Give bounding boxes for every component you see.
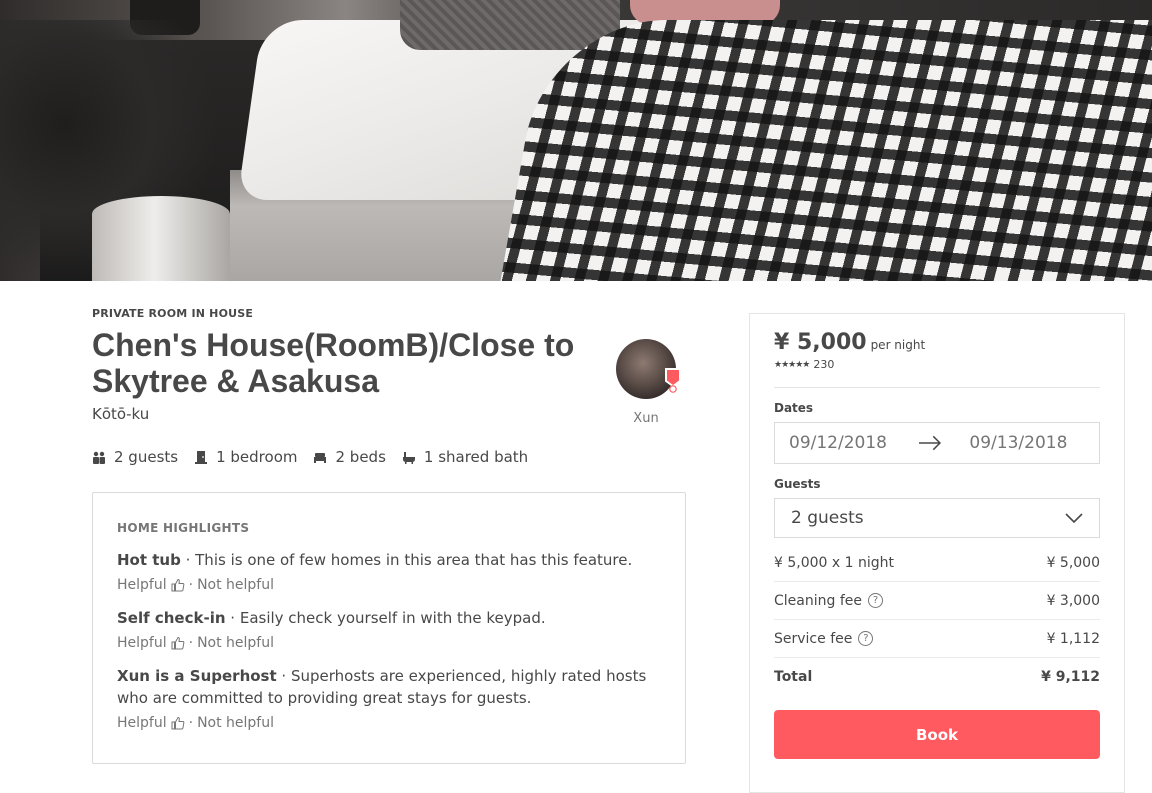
- check-in-input[interactable]: 09/12/2018: [775, 433, 919, 453]
- fee-value: ¥ 3,000: [1046, 592, 1100, 609]
- total-value: ¥ 9,112: [1041, 668, 1100, 685]
- amenity-bedrooms: 1 bedroom: [194, 448, 297, 466]
- highlight-description: · Easily check yourself in with the keyp…: [225, 609, 546, 627]
- thumbs-up-icon[interactable]: [171, 716, 185, 730]
- highlight-title: Hot tub: [117, 551, 181, 569]
- fee-value: ¥ 5,000: [1046, 554, 1100, 571]
- helpful-link[interactable]: Helpful: [117, 635, 167, 651]
- fee-row-nightly: ¥ 5,000 x 1 night ¥ 5,000: [774, 544, 1100, 582]
- guests-label: Guests: [774, 477, 821, 491]
- feedback-separator: ·: [188, 635, 194, 651]
- amenity-guests: 2 guests: [92, 448, 178, 466]
- helpful-link[interactable]: Helpful: [117, 715, 167, 731]
- question-mark-icon[interactable]: ?: [858, 631, 874, 646]
- per-night-label: per night: [870, 338, 926, 352]
- amenity-beds: 2 beds: [313, 448, 386, 466]
- total-label: Total: [774, 668, 813, 685]
- review-count: 230: [813, 358, 835, 371]
- highlight-description: · This is one of few homes in this area …: [180, 551, 633, 569]
- photo-pillow: [400, 0, 620, 50]
- guests-icon: [93, 451, 105, 464]
- listing-summary: PRIVATE ROOM IN HOUSE Chen's House(RoomB…: [92, 306, 692, 764]
- room-type: PRIVATE ROOM IN HOUSE: [92, 307, 254, 320]
- amenity-bath: 1 shared bath: [402, 448, 528, 466]
- thumbs-up-icon[interactable]: [171, 636, 185, 650]
- fee-row-cleaning: Cleaning fee ? ¥ 3,000: [774, 582, 1100, 620]
- dates-label: Dates: [774, 401, 814, 415]
- helpful-link[interactable]: Helpful: [117, 577, 167, 593]
- host-name[interactable]: Xun: [614, 411, 678, 426]
- highlight-title: Xun is a Superhost: [117, 667, 277, 685]
- feedback-separator: ·: [188, 715, 194, 731]
- amenity-bedrooms-label: 1 bedroom: [216, 448, 298, 466]
- fee-row-service: Service fee ? ¥ 1,112: [774, 620, 1100, 658]
- door-icon: [195, 451, 208, 464]
- photo-plaid-blanket: [493, 20, 1152, 281]
- bath-icon: [402, 452, 415, 464]
- not-helpful-link[interactable]: Not helpful: [197, 715, 274, 731]
- feedback-separator: ·: [188, 577, 194, 593]
- photo-trash-bin: [92, 196, 230, 281]
- amenity-beds-label: 2 beds: [335, 448, 386, 466]
- question-mark-icon[interactable]: ?: [868, 593, 883, 608]
- bed-icon: [314, 453, 327, 463]
- thumbs-up-icon[interactable]: [171, 578, 185, 592]
- chevron-down-icon: [1065, 513, 1083, 524]
- arrow-right-icon: [918, 435, 941, 451]
- listing-hero-photo[interactable]: [0, 0, 1152, 281]
- listing-location[interactable]: Kōtō-ku: [92, 405, 692, 423]
- fee-label-wrap: Service fee ?: [774, 630, 874, 647]
- listing-title: Chen's House(RoomB)/Close to Skytree & A…: [92, 327, 575, 399]
- highlights-header: HOME HIGHLIGHTS: [117, 521, 250, 535]
- fee-label: Cleaning fee: [774, 592, 862, 609]
- fee-label: Service fee: [774, 630, 853, 647]
- fee-value: ¥ 1,112: [1046, 630, 1100, 647]
- highlight-feedback: Helpful · Not helpful: [117, 715, 661, 731]
- check-out-input[interactable]: 09/13/2018: [955, 433, 1099, 453]
- booking-card: ¥ 5,000 per night ★★★★★ 230 Dates 09/12/…: [749, 313, 1125, 793]
- guests-select[interactable]: 2 guests: [774, 498, 1100, 538]
- price-row: ¥ 5,000 per night: [774, 330, 1100, 355]
- highlight-feedback: Helpful · Not helpful: [117, 577, 661, 593]
- highlight-feedback: Helpful · Not helpful: [117, 635, 661, 651]
- date-range-picker[interactable]: 09/12/2018 09/13/2018: [774, 422, 1100, 464]
- star-rating-icon: ★★★★★: [774, 359, 810, 370]
- highlight-title: Self check-in: [117, 609, 226, 627]
- rating-summary[interactable]: ★★★★★ 230: [774, 358, 1100, 371]
- highlight-item: Self check-in · Easily check yourself in…: [117, 607, 661, 629]
- guests-value: 2 guests: [791, 508, 864, 528]
- nightly-price: ¥ 5,000: [774, 330, 867, 355]
- highlight-item: Xun is a Superhost · Superhosts are expe…: [117, 665, 661, 709]
- highlight-item: Hot tub · This is one of few homes in th…: [117, 549, 661, 571]
- host-profile[interactable]: Xun: [614, 339, 681, 426]
- amenity-guests-label: 2 guests: [114, 448, 179, 466]
- book-button[interactable]: Book: [774, 710, 1100, 759]
- superhost-badge-icon: [665, 368, 681, 393]
- divider: [774, 387, 1100, 388]
- not-helpful-link[interactable]: Not helpful: [197, 577, 274, 593]
- fee-label: ¥ 5,000 x 1 night: [774, 554, 894, 571]
- home-highlights-card: HOME HIGHLIGHTS Hot tub · This is one of…: [92, 492, 686, 764]
- host-avatar[interactable]: [616, 339, 681, 399]
- amenities-summary: 2 guests 1 bedroom 2 beds 1 shared bath: [92, 448, 692, 466]
- amenity-bath-label: 1 shared bath: [423, 448, 529, 466]
- fee-row-total: Total ¥ 9,112: [774, 658, 1100, 695]
- fee-label-wrap: Cleaning fee ?: [774, 593, 883, 609]
- not-helpful-link[interactable]: Not helpful: [197, 635, 274, 651]
- price-breakdown: ¥ 5,000 x 1 night ¥ 5,000 Cleaning fee ?…: [774, 544, 1100, 695]
